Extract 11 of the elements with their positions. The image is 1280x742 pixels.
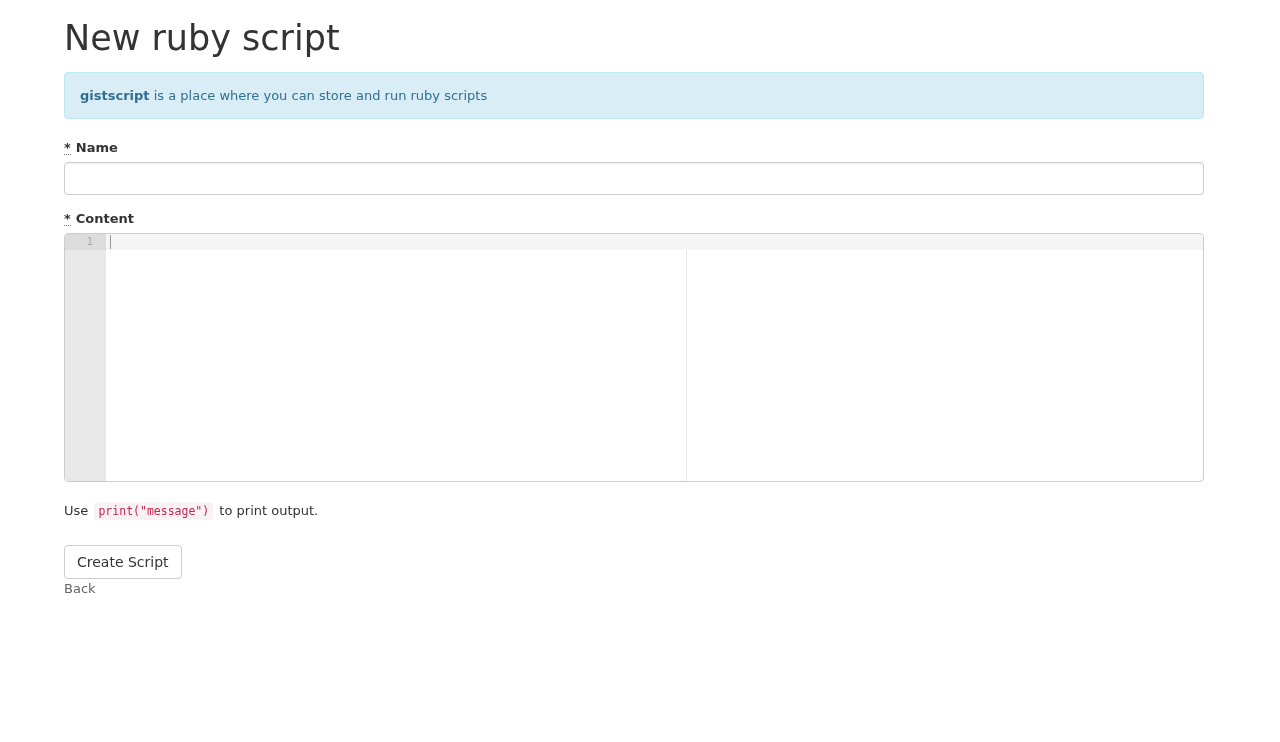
back-link[interactable]: Back	[64, 580, 96, 597]
text-cursor-icon	[110, 235, 111, 249]
hint-text: Use print("message") to print output.	[64, 501, 320, 521]
required-mark: *	[64, 142, 71, 155]
field-label: Name	[75, 139, 118, 156]
create-script-button[interactable]: Create Script	[64, 545, 182, 579]
field-label: Content	[75, 210, 135, 227]
required-mark: *	[64, 213, 71, 226]
page-title: New ruby script	[64, 17, 341, 60]
name-input[interactable]	[64, 162, 1204, 195]
info-notice: gistscript is a place where you can store and run ruby scripts	[64, 72, 1204, 119]
